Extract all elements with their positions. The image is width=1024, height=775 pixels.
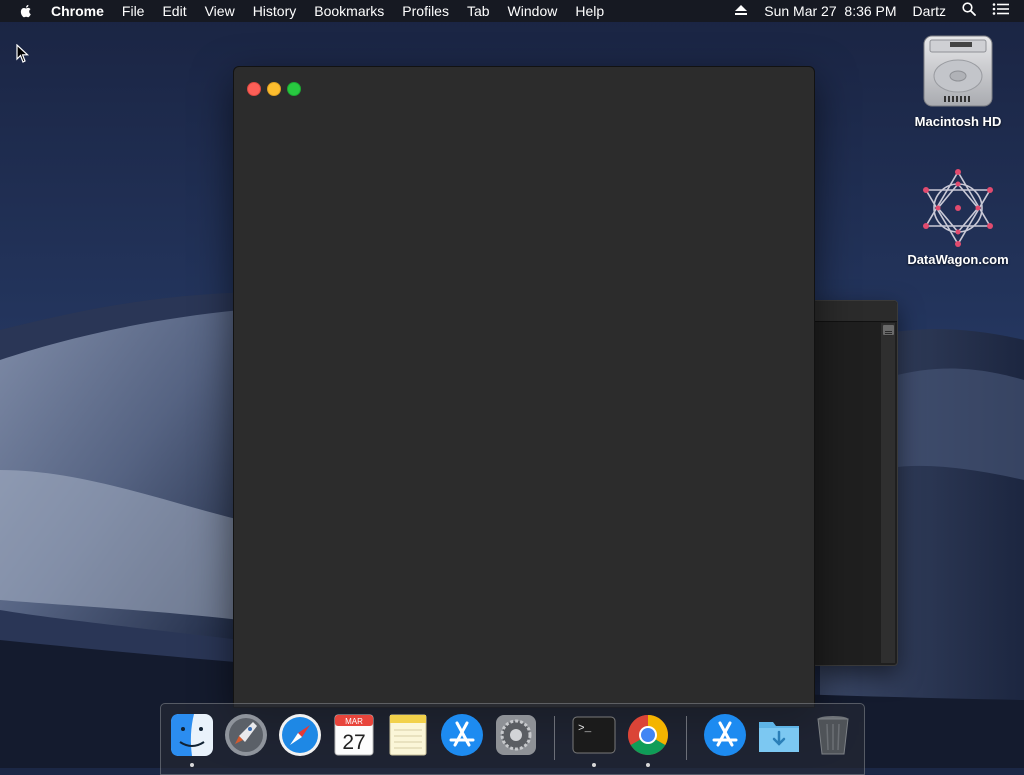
running-indicator [592, 763, 596, 767]
dock-launchpad[interactable] [223, 712, 269, 758]
calendar-day: 27 [342, 731, 365, 754]
apple-icon[interactable] [18, 3, 34, 19]
menu-bar-right: Sun Mar 27 8:36 PM Dartz [726, 0, 1024, 22]
menu-profiles[interactable]: Profiles [393, 0, 458, 22]
menu-tab[interactable]: Tab [458, 0, 499, 22]
launchpad-icon [225, 714, 267, 756]
running-indicator [190, 763, 194, 767]
dock-google-chrome[interactable] [625, 712, 671, 758]
app-store-icon [441, 714, 483, 756]
spotlight-search-icon[interactable] [954, 0, 984, 22]
desktop-icon-macintosh-hd[interactable]: Macintosh HD [903, 32, 1013, 129]
safari-icon [279, 714, 321, 756]
menu-bar: Chrome File Edit View History Bookmarks … [0, 0, 1024, 22]
eject-icon[interactable] [726, 0, 756, 22]
dock-trash[interactable] [810, 712, 856, 758]
clock[interactable]: Sun Mar 27 8:36 PM [756, 0, 904, 22]
desktop-icon-label: DataWagon.com [907, 252, 1009, 267]
calendar-month: MAR [345, 717, 363, 726]
dock-system-preferences[interactable] [493, 712, 539, 758]
dock-separator [686, 716, 687, 760]
notification-center-icon[interactable] [984, 0, 1024, 22]
dock-notes[interactable] [385, 712, 431, 758]
datawagon-logo-icon [923, 169, 993, 247]
dock-downloads[interactable] [756, 712, 802, 758]
downloads-folder-icon [759, 722, 799, 752]
menu-window[interactable]: Window [499, 0, 567, 22]
scrollbar-button-icon[interactable] [883, 325, 894, 336]
dock-app-store[interactable] [439, 712, 485, 758]
running-indicator [646, 763, 650, 767]
window-zoom-button[interactable] [287, 82, 301, 96]
terminal-prompt: >_ [578, 723, 592, 735]
menu-view[interactable]: View [196, 0, 244, 22]
hard-drive-icon [923, 35, 993, 107]
background-window-titlebar[interactable] [813, 301, 897, 322]
menu-bookmarks[interactable]: Bookmarks [305, 0, 393, 22]
menu-edit[interactable]: Edit [153, 0, 195, 22]
menu-app-name[interactable]: Chrome [42, 0, 113, 22]
dock-safari[interactable] [277, 712, 323, 758]
trash-icon [817, 716, 849, 755]
background-window-scrollbar[interactable] [881, 323, 895, 663]
terminal-icon: >_ [572, 716, 616, 754]
mouse-cursor-icon [16, 44, 30, 63]
dock-terminal[interactable]: >_ [571, 712, 617, 758]
dock: MAR 27 >_ [160, 703, 865, 775]
menu-help[interactable]: Help [566, 0, 613, 22]
window-minimize-button[interactable] [267, 82, 281, 96]
user-name[interactable]: Dartz [905, 0, 954, 22]
desktop-icon-label: Macintosh HD [914, 114, 1002, 129]
chrome-window[interactable] [233, 66, 815, 708]
dock-calendar[interactable]: MAR 27 [331, 712, 377, 758]
dock-finder[interactable] [169, 712, 215, 758]
desktop-icon-datawagon[interactable]: DataWagon.com [903, 168, 1013, 267]
app-store-folder-icon [704, 714, 746, 756]
notes-icon [389, 714, 427, 756]
window-content [234, 107, 814, 707]
dock-app-store-folder[interactable] [702, 712, 748, 758]
window-close-button[interactable] [247, 82, 261, 96]
menu-history[interactable]: History [244, 0, 306, 22]
system-preferences-icon [496, 715, 536, 755]
calendar-icon: MAR 27 [334, 714, 374, 756]
dock-separator [554, 716, 555, 760]
menu-bar-left: Chrome File Edit View History Bookmarks … [0, 0, 613, 22]
background-window[interactable] [812, 300, 898, 666]
chrome-icon [628, 715, 668, 755]
menu-file[interactable]: File [113, 0, 154, 22]
finder-icon [171, 714, 213, 756]
